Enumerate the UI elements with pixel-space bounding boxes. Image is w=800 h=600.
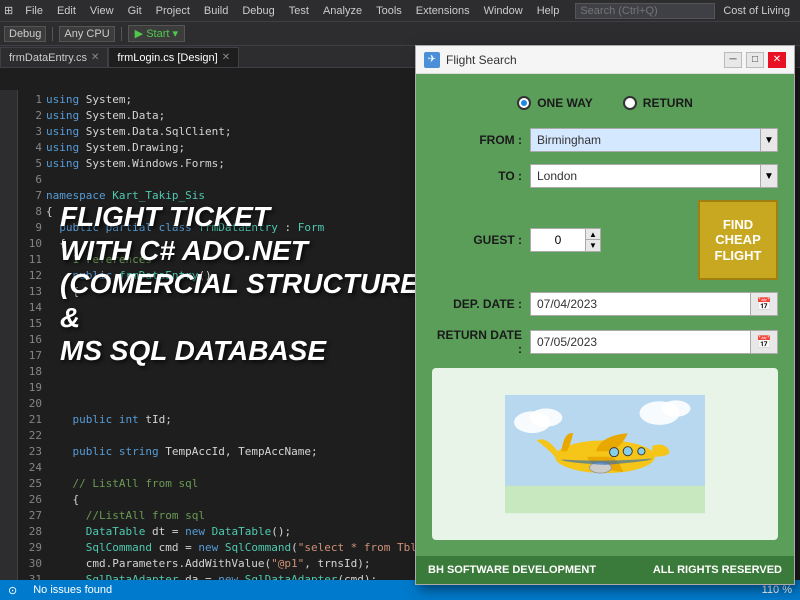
tab-frmLogin[interactable]: frmLogin.cs [Design] ✕ [108, 47, 239, 67]
menu-bar: ⊞ File Edit View Git Project Build Debug… [0, 0, 800, 22]
minimize-button[interactable]: ─ [724, 52, 742, 68]
one-way-option[interactable]: ONE WAY [517, 96, 593, 110]
airplane-illustration [432, 368, 778, 540]
toolbar-separator [52, 27, 53, 41]
to-input[interactable] [530, 164, 760, 188]
footer-left: BH SOFTWARE DEVELOPMENT [428, 564, 596, 576]
close-button[interactable]: ✕ [768, 52, 786, 68]
to-dropdown-arrow[interactable]: ▼ [760, 164, 778, 188]
one-way-label: ONE WAY [537, 96, 593, 110]
guest-input[interactable] [530, 228, 585, 252]
menu-tools[interactable]: Tools [370, 3, 408, 19]
trip-type-row: ONE WAY RETURN [432, 90, 778, 116]
menu-project[interactable]: Project [150, 3, 196, 19]
menu-test[interactable]: Test [283, 3, 315, 19]
return-date-row: RETURN DATE : 📅 [432, 328, 778, 356]
to-input-group: ▼ [530, 164, 778, 188]
dep-date-row: DEP. DATE : 📅 [432, 292, 778, 316]
return-date-label: RETURN DATE : [432, 328, 522, 356]
return-date-input[interactable] [530, 330, 750, 354]
from-row: FROM : ▼ [432, 128, 778, 152]
spin-up-button[interactable]: ▲ [585, 228, 601, 240]
menu-debug[interactable]: Debug [236, 3, 280, 19]
one-way-radio[interactable] [517, 96, 531, 110]
menu-extensions[interactable]: Extensions [410, 3, 476, 19]
menu-git[interactable]: Git [122, 3, 148, 19]
menu-edit[interactable]: Edit [51, 3, 82, 19]
ide-title: Cost of Living [717, 5, 796, 17]
search-input[interactable] [575, 3, 715, 19]
dialog-body: ONE WAY RETURN FROM : ▼ TO : ▼ GUE [416, 74, 794, 556]
tab-close-0[interactable]: ✕ [91, 52, 99, 63]
menu-help[interactable]: Help [531, 3, 566, 19]
tab-frmDataEntry[interactable]: frmDataEntry.cs ✕ [0, 47, 108, 67]
dialog-footer: BH SOFTWARE DEVELOPMENT ALL RIGHTS RESER… [416, 556, 794, 584]
zoom-level: 110 % [762, 584, 792, 596]
toolbar-cpu[interactable]: Any CPU [59, 26, 114, 42]
line-numbers: 12345 678910 1112131415 1617181920 21222… [18, 90, 46, 580]
return-option[interactable]: RETURN [623, 96, 693, 110]
from-dropdown-arrow[interactable]: ▼ [760, 128, 778, 152]
start-button[interactable]: ▶ Start ▾ [128, 25, 185, 42]
find-btn-text: FINDCHEAPFLIGHT [715, 217, 762, 264]
dep-date-input[interactable] [530, 292, 750, 316]
guest-label: GUEST : [432, 233, 522, 247]
from-label: FROM : [432, 133, 522, 147]
spinbox-arrows: ▲ ▼ [585, 228, 601, 252]
return-label: RETURN [643, 96, 693, 110]
return-date-calendar-button[interactable]: 📅 [750, 330, 778, 354]
spin-down-button[interactable]: ▼ [585, 240, 601, 252]
to-row: TO : ▼ [432, 164, 778, 188]
toolbar: Debug Any CPU ▶ Start ▾ [0, 22, 800, 46]
dep-date-group: 📅 [530, 292, 778, 316]
menu-view[interactable]: View [84, 3, 120, 19]
toolbar-debug[interactable]: Debug [4, 26, 46, 42]
maximize-button[interactable]: □ [746, 52, 764, 68]
airplane-svg [505, 394, 705, 514]
return-date-group: 📅 [530, 330, 778, 354]
tab-close-1[interactable]: ✕ [222, 52, 230, 63]
from-input[interactable] [530, 128, 760, 152]
dep-date-calendar-button[interactable]: 📅 [750, 292, 778, 316]
menu-analyze[interactable]: Analyze [317, 3, 368, 19]
status-message: No issues found [33, 584, 112, 596]
dialog-title-text: Flight Search [446, 53, 718, 67]
find-cheap-flight-button[interactable]: FINDCHEAPFLIGHT [698, 200, 778, 280]
code-sidebar [0, 90, 18, 580]
to-label: TO : [432, 169, 522, 183]
toolbar-separator-2 [121, 27, 122, 41]
dialog-controls: ─ □ ✕ [724, 52, 786, 68]
dialog-title-bar: ✈ Flight Search ─ □ ✕ [416, 46, 794, 74]
footer-right: ALL RIGHTS RESERVED [653, 564, 782, 576]
menu-build[interactable]: Build [198, 3, 234, 19]
dialog-icon: ✈ [424, 52, 440, 68]
dep-date-label: DEP. DATE : [432, 297, 522, 311]
overlay-title: FLIGHT TICKET WITH C# ADO.NET (COMERCIAL… [60, 200, 428, 368]
guest-spinbox: ▲ ▼ [530, 228, 610, 252]
guest-row: GUEST : ▲ ▼ FINDCHEAPFLIGHT [432, 200, 778, 280]
vs-logo: ⊞ [4, 4, 13, 17]
return-radio[interactable] [623, 96, 637, 110]
menu-file[interactable]: File [19, 3, 49, 19]
menu-window[interactable]: Window [478, 3, 529, 19]
flight-search-dialog: ✈ Flight Search ─ □ ✕ ONE WAY RETURN FRO… [415, 45, 795, 585]
from-input-group: ▼ [530, 128, 778, 152]
status-icon: ⊙ [8, 584, 17, 597]
